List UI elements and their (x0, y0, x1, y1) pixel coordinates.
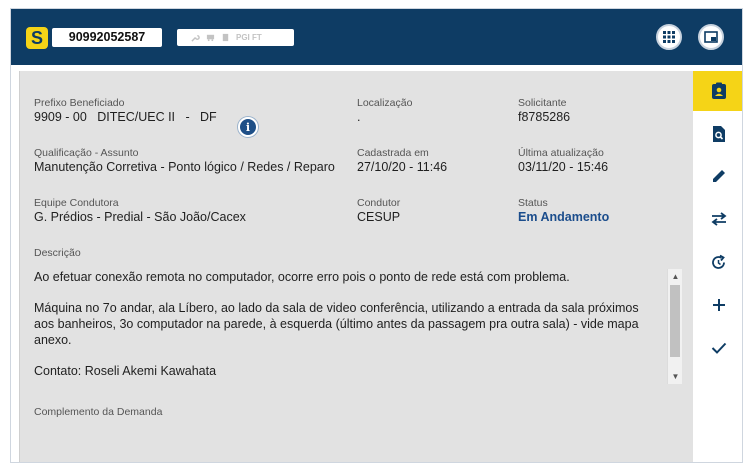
grid-icon (663, 31, 675, 43)
cadastrada-value: 27/10/20 - 11:46 (357, 160, 448, 174)
transfer-arrows-icon (711, 212, 726, 226)
transfer-button[interactable] (693, 199, 742, 239)
condutor-value: CESUP (357, 210, 401, 224)
descricao-label: Descrição (34, 247, 81, 259)
descricao-scrollbar[interactable]: ▲ ▼ (667, 269, 682, 384)
ticket-details: Prefixo Beneficiado 9909 - 00 DITEC/UEC … (19, 71, 693, 462)
toolbar-text[interactable]: PGI FT (236, 33, 262, 42)
check-icon (711, 342, 726, 354)
top-bar: S 90992052587 PGI FT (11, 9, 742, 65)
screen-icon (704, 31, 718, 43)
toolbar-mini: PGI FT (177, 29, 294, 46)
edit-button[interactable] (693, 156, 742, 196)
solicitante-value: f8785286 (518, 110, 571, 124)
screen-button[interactable] (698, 24, 724, 50)
details-button[interactable] (693, 71, 742, 111)
descricao-textarea[interactable]: Ao efetuar conexão remota no computador,… (34, 269, 682, 384)
descricao-text: Ao efetuar conexão remota no computador,… (34, 269, 659, 379)
complemento-label: Complemento da Demanda (34, 406, 163, 418)
cadastrada-label: Cadastrada em (357, 147, 429, 159)
wrench-icon[interactable] (191, 33, 200, 42)
condutor-label: Condutor (357, 197, 401, 209)
search-document-button[interactable] (693, 114, 742, 154)
clipboard-user-icon (711, 82, 726, 99)
confirm-button[interactable] (693, 328, 742, 368)
ultima-atualizacao-label: Última atualização (518, 147, 604, 159)
document-icon[interactable] (221, 33, 230, 42)
scrollbar-thumb[interactable] (670, 285, 680, 357)
prefixo-value: 9909 - 00 DITEC/UEC II - DF (34, 110, 217, 124)
descricao-paragraph-2: Máquina no 7o andar, ala Líbero, ao lado… (34, 301, 639, 347)
scroll-up-icon[interactable]: ▲ (668, 269, 682, 284)
equipe-label: Equipe Condutora (34, 197, 119, 209)
prefixo-label: Prefixo Beneficiado (34, 97, 125, 109)
descricao-paragraph-1: Ao efetuar conexão remota no computador,… (34, 270, 570, 284)
history-refresh-icon (712, 254, 725, 269)
ticket-id: 90992052587 (52, 28, 162, 47)
edit-pencil-icon (712, 170, 725, 182)
history-button[interactable] (693, 242, 742, 282)
localizacao-value: . (357, 110, 361, 124)
status-label: Status (518, 197, 548, 209)
qualificacao-label: Qualificação - Assunto (34, 147, 139, 159)
equipe-value: G. Prédios - Predial - São João/Cacex (34, 210, 246, 224)
ticket-window: S 90992052587 PGI FT Prefixo Beneficiado… (10, 8, 743, 463)
add-plus-icon (712, 299, 725, 311)
apps-grid-button[interactable] (656, 24, 682, 50)
truck-icon[interactable] (206, 33, 215, 42)
status-value: Em Andamento (518, 210, 610, 224)
qualificacao-value: Manutenção Corretiva - Ponto lógico / Re… (34, 160, 335, 174)
solicitante-label: Solicitante (518, 97, 567, 109)
ultima-atualizacao-value: 03/11/20 - 15:46 (518, 160, 609, 174)
scroll-down-icon[interactable]: ▼ (668, 369, 682, 384)
action-sidebar (693, 71, 742, 462)
add-button[interactable] (693, 285, 742, 325)
search-document-icon (712, 126, 725, 142)
info-icon[interactable]: i (238, 117, 258, 137)
descricao-paragraph-3: Contato: Roseli Akemi Kawahata (34, 364, 217, 378)
localizacao-label: Localização (357, 97, 413, 109)
app-logo: S (26, 27, 48, 49)
